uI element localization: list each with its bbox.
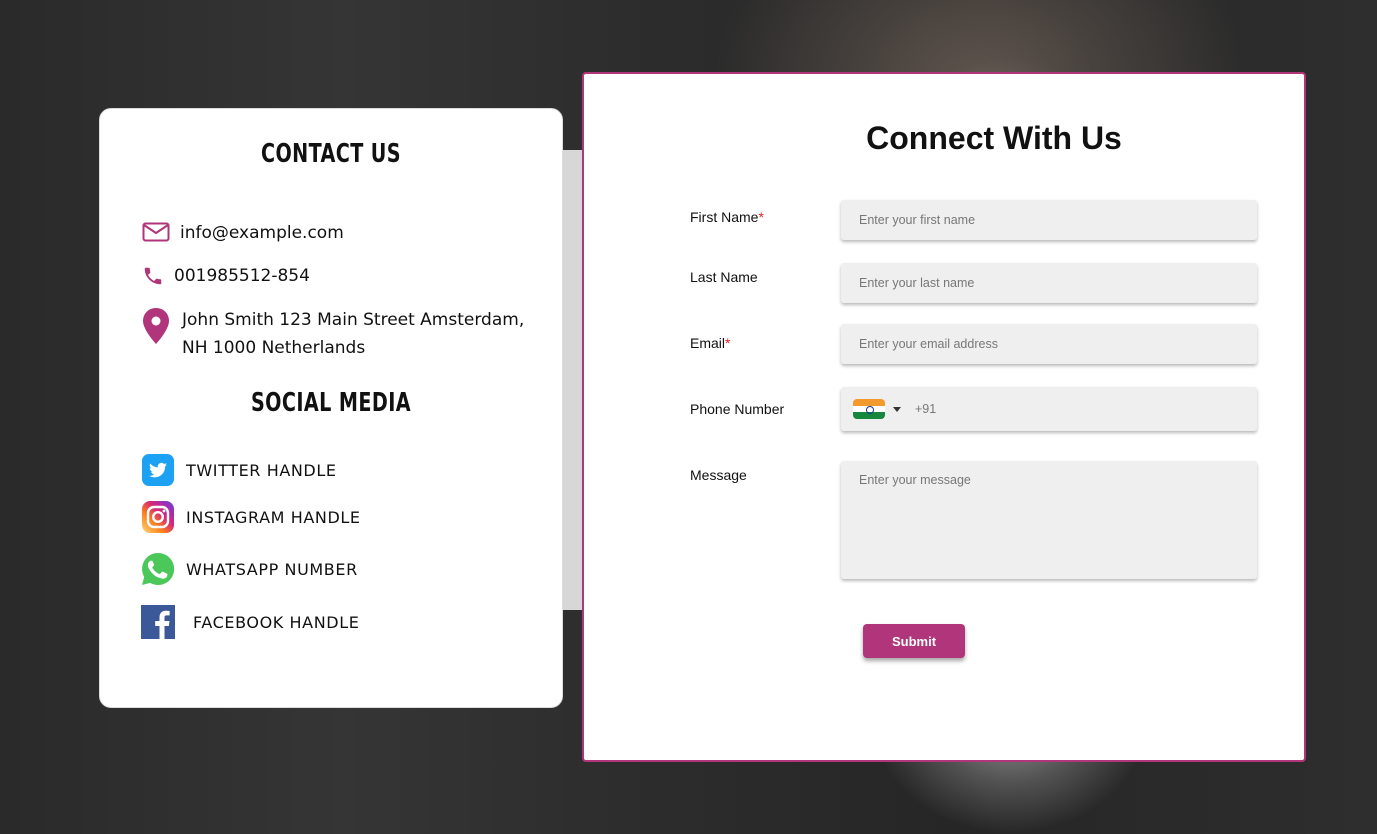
address-line-2: NH 1000 Netherlands — [182, 338, 366, 358]
instagram-label[interactable]: INSTAGRAM HANDLE — [186, 508, 361, 527]
address-line-1: John Smith 123 Main Street Amsterdam, — [182, 310, 525, 330]
social-item-facebook[interactable]: FACEBOOK HANDLE — [140, 604, 359, 640]
form-title: Connect With Us — [866, 120, 1122, 156]
india-flag-icon[interactable] — [853, 399, 885, 419]
whatsapp-icon — [140, 551, 176, 587]
facebook-label[interactable]: FACEBOOK HANDLE — [193, 613, 359, 632]
social-item-twitter[interactable]: TWITTER HANDLE — [140, 452, 337, 488]
contact-address-row: John Smith 123 Main Street Amsterdam, NH… — [142, 306, 524, 362]
twitter-icon — [140, 452, 176, 488]
whatsapp-label[interactable]: WHATSAPP NUMBER — [186, 560, 358, 579]
email-input[interactable]: Enter your email address — [841, 324, 1257, 364]
contact-email[interactable]: info@example.com — [180, 219, 344, 247]
message-textarea[interactable]: Enter your message — [841, 461, 1257, 579]
twitter-label[interactable]: TWITTER HANDLE — [186, 461, 337, 480]
contact-address: John Smith 123 Main Street Amsterdam, NH… — [182, 306, 524, 362]
flag-band-white — [853, 405, 885, 414]
required-marker: * — [725, 335, 731, 351]
social-heading: SOCIAL MEDIA — [250, 388, 412, 418]
first-name-input[interactable]: Enter your first name — [841, 200, 1257, 240]
last-name-placeholder: Enter your last name — [859, 276, 975, 290]
message-label: Message — [690, 467, 747, 483]
contact-form-card: Connect With Us First Name* Enter your f… — [582, 72, 1306, 762]
contact-phone-row[interactable]: 001985512-854 — [142, 262, 310, 290]
contact-phone[interactable]: 001985512-854 — [174, 262, 310, 290]
phone-label: Phone Number — [690, 401, 785, 417]
submit-button[interactable]: Submit — [863, 624, 965, 658]
flag-band-saffron — [853, 399, 885, 406]
required-marker: * — [758, 209, 764, 225]
first-name-placeholder: Enter your first name — [859, 213, 976, 227]
email-placeholder: Enter your email address — [859, 337, 998, 351]
phone-input[interactable]: +91 — [841, 387, 1257, 431]
last-name-input[interactable]: Enter your last name — [841, 263, 1257, 303]
contact-card: CONTACT US info@example.com 001985512-85… — [99, 108, 563, 708]
contact-heading: CONTACT US — [260, 139, 402, 169]
email-label: Email* — [690, 335, 730, 351]
social-item-instagram[interactable]: INSTAGRAM HANDLE — [140, 499, 361, 535]
first-name-label-text: First Name — [690, 209, 759, 225]
phone-icon — [142, 264, 166, 290]
last-name-label: Last Name — [690, 269, 758, 285]
instagram-icon — [140, 499, 176, 535]
message-placeholder: Enter your message — [859, 473, 971, 487]
phone-country-code: +91 — [915, 402, 937, 416]
location-pin-icon — [142, 308, 170, 344]
contact-email-row[interactable]: info@example.com — [142, 219, 344, 247]
email-label-text: Email — [690, 335, 726, 351]
mail-icon — [142, 222, 170, 244]
chevron-down-icon[interactable] — [893, 406, 901, 412]
social-item-whatsapp[interactable]: WHATSAPP NUMBER — [140, 551, 358, 587]
first-name-label: First Name* — [690, 209, 764, 225]
facebook-icon — [140, 604, 176, 640]
